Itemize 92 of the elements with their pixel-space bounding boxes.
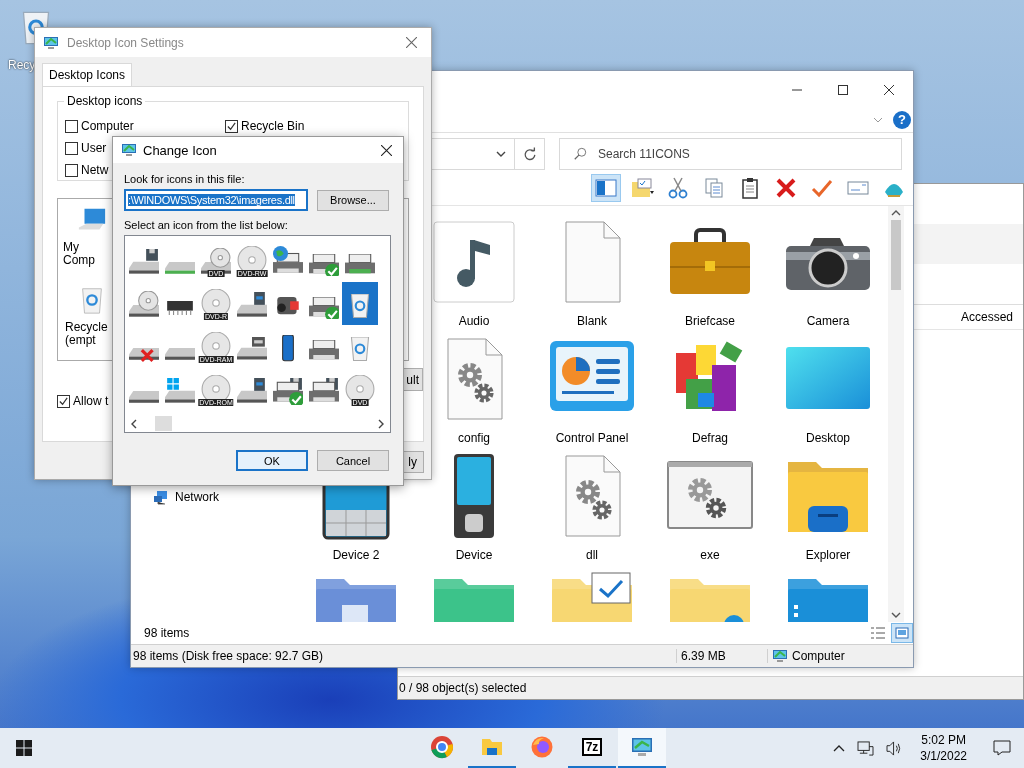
checkbox[interactable] [65, 141, 78, 155]
cancel-button[interactable]: Cancel [317, 450, 389, 471]
status-location: Computer [792, 649, 845, 663]
scrollbar[interactable] [888, 206, 904, 622]
ok-button[interactable]: OK [236, 450, 308, 471]
checkbox[interactable] [225, 119, 238, 133]
music-file-icon[interactable] [430, 218, 518, 306]
computer-icon [772, 648, 788, 664]
floppy-printer-icon [309, 378, 339, 405]
help-button[interactable]: ? [893, 111, 911, 129]
monitor-icon [43, 34, 59, 51]
refresh-icon[interactable] [522, 147, 537, 161]
dialog-button[interactable]: ult [403, 368, 423, 391]
checkbox-label[interactable]: Netw [81, 163, 109, 177]
archive-app-button[interactable]: 7z [568, 728, 616, 768]
group-label: Desktop icons [64, 94, 146, 108]
checkbox-label[interactable]: User [81, 141, 107, 155]
scrollbar-thumb[interactable] [155, 416, 172, 431]
refresh-button[interactable] [515, 138, 545, 170]
chevron-up-icon[interactable] [833, 744, 846, 752]
drive-icon [165, 348, 195, 362]
close-icon[interactable] [380, 144, 392, 156]
clock-button[interactable]: 5:02 PM 3/1/2022 [912, 732, 975, 764]
status-text: 0 / 98 object(s) selected [399, 681, 527, 695]
network-drive-icon [165, 262, 195, 276]
icon-label: Recycle (empt [64, 321, 105, 347]
scrollbar-thumb[interactable] [891, 220, 901, 290]
file-path-field[interactable]: :\WINDOWS\System32\imageres.dll [124, 189, 308, 211]
scroll-right-icon[interactable] [378, 418, 384, 429]
file-name[interactable]: Camera [806, 314, 850, 328]
file-name[interactable]: exe [700, 548, 720, 562]
monitor-icon[interactable] [630, 735, 654, 759]
checkbox[interactable] [57, 394, 70, 408]
scroll-left-icon[interactable] [131, 418, 137, 429]
browse-button[interactable]: Browse... [317, 189, 389, 211]
tape-drive-icon [237, 337, 267, 362]
printer-check-icon [309, 296, 339, 319]
search-field[interactable]: Search 11ICONS [559, 138, 902, 170]
scroll-down-icon[interactable] [891, 612, 901, 618]
file-name[interactable]: Explorer [805, 548, 851, 562]
scroll-up-icon[interactable] [891, 210, 901, 216]
dvd-drive-icon [201, 248, 231, 276]
card-drive-icon [237, 292, 267, 319]
file-name[interactable]: Device 2 [332, 548, 380, 562]
fox-browser-icon[interactable] [530, 735, 554, 759]
printer-icon [309, 339, 339, 362]
printer-tray-icon [345, 253, 375, 276]
file-name[interactable]: Defrag [692, 431, 728, 445]
checkbox-label[interactable]: Recycle Bin [241, 119, 305, 133]
status-size: 6.39 MB [677, 649, 768, 663]
speech-bubble-icon[interactable] [993, 740, 1011, 756]
chevron-down-icon[interactable] [873, 117, 883, 123]
file-name[interactable]: Desktop [806, 431, 850, 445]
globe-printer-icon [273, 246, 303, 276]
nav-item[interactable]: Network [131, 487, 219, 507]
printer-check-icon [309, 253, 339, 276]
list-label: Select an icon from the list below: [124, 219, 288, 231]
close-icon[interactable] [884, 84, 894, 95]
status-text: 98 items (Disk free space: 92.7 GB) [131, 649, 677, 663]
file-name[interactable]: config [458, 431, 490, 445]
minimize-icon[interactable] [792, 88, 802, 91]
dialog-title: Desktop Icon Settings [67, 35, 185, 50]
drive-icon [129, 391, 159, 405]
cd-drive-icon [129, 291, 159, 319]
file-name[interactable]: Control Panel [555, 431, 629, 445]
column-header[interactable]: Accessed [960, 310, 1013, 324]
dialog-title: Change Icon [143, 142, 218, 158]
icon-label: My Comp [63, 241, 96, 267]
floppy-printer-check-icon [273, 378, 303, 405]
windows-drive-icon [165, 378, 195, 405]
checkbox-label[interactable]: Computer [81, 119, 134, 133]
card-drive-icon [237, 378, 267, 405]
file-name[interactable]: Device [455, 548, 493, 562]
item-count: 98 items [144, 626, 190, 640]
network-icon [153, 489, 169, 505]
field-label: Look for icons in this file: [124, 173, 245, 185]
drive-x-icon [129, 348, 159, 362]
file-name[interactable]: Audio [458, 314, 490, 328]
tab[interactable]: Desktop Icons [42, 63, 133, 86]
browser-icon[interactable] [430, 735, 454, 759]
windows-logo-icon[interactable] [16, 740, 32, 756]
checkbox[interactable] [65, 163, 78, 177]
checkbox-label[interactable]: Allow t [73, 394, 109, 408]
monitor-icon [121, 142, 137, 158]
checkbox[interactable] [65, 119, 78, 133]
file-name[interactable]: Blank [577, 314, 607, 328]
taskbar-app-button[interactable] [618, 728, 666, 768]
file-name[interactable]: Briefcase [685, 314, 735, 328]
floppy-drive-icon [129, 249, 159, 276]
file-name[interactable]: dll [586, 548, 598, 562]
maximize-icon[interactable] [838, 84, 848, 95]
network-icon[interactable] [857, 740, 875, 756]
